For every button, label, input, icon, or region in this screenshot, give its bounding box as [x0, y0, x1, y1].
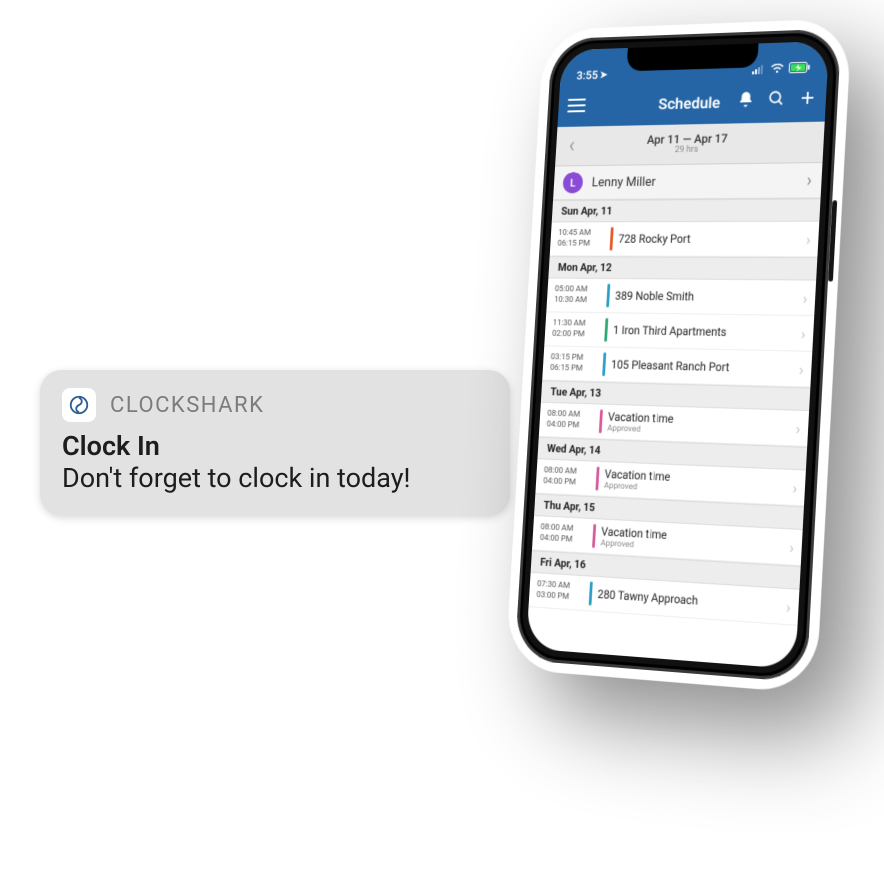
schedule-list[interactable]: Sun Apr, 11 10:45 AM06:15 PM 728 Rocky Por… [529, 198, 821, 625]
chevron-right-icon: › [806, 170, 812, 191]
status-time: 3:55 [576, 68, 598, 82]
entry-title: 105 Pleasant Ranch Port [611, 358, 794, 376]
entry-start-time: 10:45 AM [558, 228, 607, 238]
entry-title: 280 Tawny Approach [597, 587, 780, 613]
entry-main: Vacation timeApproved [601, 405, 796, 446]
chevron-right-icon: › [792, 478, 806, 498]
entry-main: 280 Tawny Approach [591, 577, 787, 624]
schedule-entry[interactable]: 10:45 AM06:15 PM 728 Rocky Port › [550, 222, 820, 258]
chevron-right-icon: › [798, 359, 812, 379]
wifi-icon [770, 63, 784, 77]
chevron-right-icon: › [800, 324, 814, 344]
user-name: Lenny Miller [591, 174, 656, 189]
entry-times: 05:00 AM10:30 AM [546, 278, 608, 312]
entry-title: 1 Iron Third Apartments [613, 323, 796, 340]
push-notification[interactable]: CLOCKSHARK Clock In Don't forget to cloc… [40, 370, 510, 516]
entry-times: 08:00 AM04:00 PM [535, 459, 597, 495]
prev-week-button[interactable]: ‹ [563, 131, 581, 160]
entry-end-time: 04:00 PM [543, 476, 592, 489]
entry-end-time: 06:15 PM [557, 239, 606, 249]
notification-body: Don't forget to clock in today! [62, 462, 488, 496]
search-icon[interactable] [767, 89, 786, 111]
entry-end-time: 02:00 PM [552, 329, 601, 340]
location-arrow-icon: ➤ [600, 69, 608, 80]
notification-header: CLOCKSHARK [62, 388, 488, 422]
entry-subtitle: Approved [607, 424, 790, 440]
chevron-right-icon: › [785, 597, 799, 617]
chevron-right-icon: › [802, 288, 816, 307]
chevron-right-icon: › [805, 229, 819, 248]
entry-title: 728 Rocky Port [618, 232, 800, 246]
phone-mockup: 3:55 ➤ Schedule [515, 29, 842, 683]
hamburger-icon[interactable] [567, 99, 586, 113]
chevron-right-icon: › [795, 418, 809, 438]
notification-title: Clock In [62, 430, 488, 462]
entry-end-time: 10:30 AM [554, 295, 603, 306]
schedule-entry[interactable]: 11:30 AM02:00 PM 1 Iron Third Apartments› [544, 312, 814, 351]
notification-app-name: CLOCKSHARK [110, 393, 264, 418]
entry-end-time: 03:00 PM [536, 590, 586, 604]
bell-icon[interactable] [737, 90, 755, 112]
entry-times: 08:00 AM04:00 PM [539, 403, 601, 438]
plus-icon[interactable] [798, 89, 817, 112]
entry-times: 07:30 AM03:00 PM [529, 573, 591, 611]
day-header: Sun Apr, 11 [552, 198, 821, 222]
signal-icon [752, 63, 766, 77]
clockshark-logo-icon [62, 388, 96, 422]
entry-main: 105 Pleasant Ranch Port [605, 348, 800, 387]
entry-times: 11:30 AM02:00 PM [544, 312, 606, 346]
